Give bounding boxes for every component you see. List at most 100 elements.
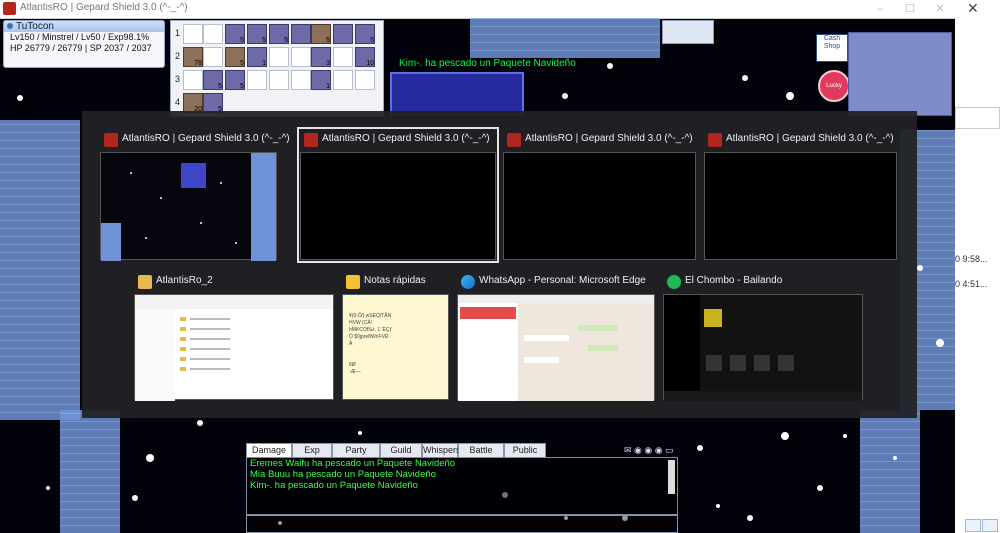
tab-party[interactable]: Party [332, 443, 380, 458]
spotify-icon [667, 275, 681, 289]
notes-thumbnail: ¥(0-Ô⁄) wSEQ/TÅN HVW (CÄ! hMKCOf‰t. 1 'È… [342, 294, 449, 400]
hotbar-slot[interactable] [291, 24, 311, 44]
tab-guild[interactable]: Guild [380, 443, 422, 458]
search-box[interactable] [955, 107, 1000, 129]
chat-message: Mia Buuu ha pescado un Paquete Navideño [250, 469, 436, 480]
hotbar-slot[interactable]: 10 [355, 47, 375, 67]
hotbar-slot[interactable]: 3 [311, 47, 331, 67]
tab-public[interactable]: Public [504, 443, 546, 458]
explorer-thumbnail-art [135, 295, 333, 401]
tiles-view-icon[interactable] [982, 519, 998, 532]
hotbar-slot[interactable] [355, 70, 375, 90]
chat-tabs: Damage Exp Party Guild Whispers Battle P… [246, 443, 682, 458]
hotbar-slot[interactable] [333, 47, 353, 67]
hotbar-slot[interactable] [183, 70, 203, 90]
window-thumbnail [503, 152, 696, 260]
game-window[interactable]: AtlantisRO | Gepard Shield 3.0 (^-_-^) –… [0, 0, 955, 533]
switcher-window-tile-selected[interactable]: AtlantisRO | Gepard Shield 3.0 (^-_-^) [297, 127, 499, 263]
lucky-event-button[interactable]: Lucky [818, 70, 850, 102]
maximize-button[interactable]: ☐ [895, 0, 925, 18]
switcher-window-tile[interactable]: El Chombo - Bailando [663, 272, 863, 401]
ro-app-icon [708, 133, 722, 147]
window-title: AtlantisRO | Gepard Shield 3.0 (^-_-^) [20, 2, 188, 13]
hotbar-row-number: 1 [175, 28, 181, 38]
close-icon[interactable]: ✕ [967, 0, 979, 17]
hotbar-slot[interactable]: 1 [311, 70, 331, 90]
tab-exp[interactable]: Exp [292, 443, 332, 458]
background-window-strip[interactable]: ✕ 0 9:58... 0 4:51... [955, 0, 1000, 533]
tab-whispers[interactable]: Whispers [422, 443, 461, 458]
window-thumbnail [300, 152, 496, 260]
chat-window[interactable]: Damage Exp Party Guild Whispers Battle P… [246, 443, 682, 533]
hotbar-slot[interactable]: 78 [183, 47, 203, 67]
hotbar-slot[interactable]: 5 [311, 24, 331, 44]
hotbar-slot[interactable]: 5 [225, 24, 245, 44]
tab-damage[interactable]: Damage [246, 443, 292, 458]
hotbar-slot[interactable]: 5 [247, 24, 267, 44]
hotbar-slot[interactable] [333, 70, 353, 90]
switcher-window-tile[interactable]: AtlantisRO | Gepard Shield 3.0 (^-_-^) [704, 130, 897, 260]
window-thumbnail [704, 152, 897, 260]
hotbar-slot[interactable] [291, 70, 311, 90]
task-switcher: AtlantisRO | Gepard Shield 3.0 (^-_-^) A… [82, 111, 917, 418]
ro-app-icon [304, 133, 318, 147]
window-thumbnail [134, 294, 334, 401]
hotbar-slot[interactable]: 1 [247, 47, 267, 67]
chat-log[interactable]: Eremes Waifu ha pescado un Paquete Navid… [246, 457, 678, 515]
character-status-window[interactable]: TuTocon Lv150 / Minstrel / Lv50 / Exp98.… [3, 20, 165, 68]
tile-title: AtlantisRO | Gepard Shield 3.0 (^-_-^) [322, 133, 490, 144]
chat-scrollbar[interactable] [668, 460, 675, 494]
npc-blue-structure [390, 72, 524, 116]
ro-app-icon [507, 133, 521, 147]
hotbar-slot[interactable] [183, 24, 203, 44]
hotbar-slot[interactable]: 5 [225, 47, 245, 67]
hotbar-slot[interactable]: 5 [355, 24, 375, 44]
switcher-window-tile[interactable]: AtlantisRO | Gepard Shield 3.0 (^-_-^) [503, 130, 696, 260]
hotbar-slot[interactable] [269, 70, 289, 90]
switcher-window-tile[interactable]: AtlantisRO | Gepard Shield 3.0 (^-_-^) [100, 130, 290, 261]
chat-input[interactable] [246, 515, 678, 533]
window-thumbnail [100, 152, 277, 261]
switcher-window-tile[interactable]: WhatsApp - Personal: Microsoft Edge [457, 272, 655, 401]
hotkey-box[interactable] [662, 20, 714, 44]
character-stats-line: HP 26779 / 26779 | SP 2037 / 2037 [10, 43, 152, 53]
window-thumbnail [663, 294, 863, 401]
tile-title: AtlantisRO | Gepard Shield 3.0 (^-_-^) [122, 133, 290, 144]
timestamp: 0 4:51... [955, 279, 988, 289]
inventory-hotbar[interactable]: 1 5 5 5 5 5 2 78 5 1 3 10 3 5 5 1 4 20 5 [170, 20, 384, 117]
hotbar-slot[interactable] [269, 47, 289, 67]
hotbar-slot[interactable] [203, 47, 223, 67]
spotify-thumbnail-art [664, 295, 862, 401]
hotbar-slot[interactable]: 5 [225, 70, 245, 90]
character-level-line: Lv150 / Minstrel / Lv50 / Exp98.1% [10, 32, 150, 42]
window-titlebar[interactable]: AtlantisRO | Gepard Shield 3.0 (^-_-^) –… [0, 0, 955, 19]
hotbar-slot[interactable] [247, 70, 267, 90]
hotbar-slot[interactable]: 5 [203, 70, 223, 90]
details-view-icon[interactable] [965, 519, 981, 532]
folder-icon [138, 275, 152, 289]
switcher-window-tile[interactable]: AtlantisRo_2 [134, 272, 334, 401]
hotbar-row-number: 2 [175, 51, 181, 61]
hotbar-row-number: 3 [175, 74, 181, 84]
hotbar-row-number: 4 [175, 97, 181, 107]
minimap[interactable] [848, 32, 952, 116]
ro-app-icon [104, 133, 118, 147]
tile-title: AtlantisRO | Gepard Shield 3.0 (^-_-^) [525, 133, 693, 144]
hotbar-slot[interactable]: 20 [183, 93, 203, 113]
cash-shop-button[interactable]: Cash Shop [816, 34, 848, 62]
hotbar-slot[interactable] [203, 24, 223, 44]
character-name: TuTocon [4, 21, 164, 32]
hotbar-row: 2 78 5 1 3 10 [171, 46, 383, 68]
hotbar-slot[interactable]: 5 [269, 24, 289, 44]
hotbar-slot[interactable]: 5 [203, 93, 223, 113]
sticky-notes-icon [346, 275, 360, 289]
tab-battle[interactable]: Battle [458, 443, 504, 458]
close-button[interactable]: ✕ [925, 0, 955, 18]
hotbar-slot[interactable] [291, 47, 311, 67]
hotbar-row: 1 5 5 5 5 5 [171, 23, 383, 45]
hotbar-slot[interactable] [333, 24, 353, 44]
minimize-button[interactable]: – [865, 0, 895, 18]
chat-options-icon[interactable]: ✉ ◉ ◉ ◉ ▭ [624, 445, 674, 456]
switcher-window-tile[interactable]: Notas rápidas ¥(0-Ô⁄) wSEQ/TÅN HVW (CÄ! … [342, 272, 449, 400]
ro-app-icon [3, 2, 16, 15]
